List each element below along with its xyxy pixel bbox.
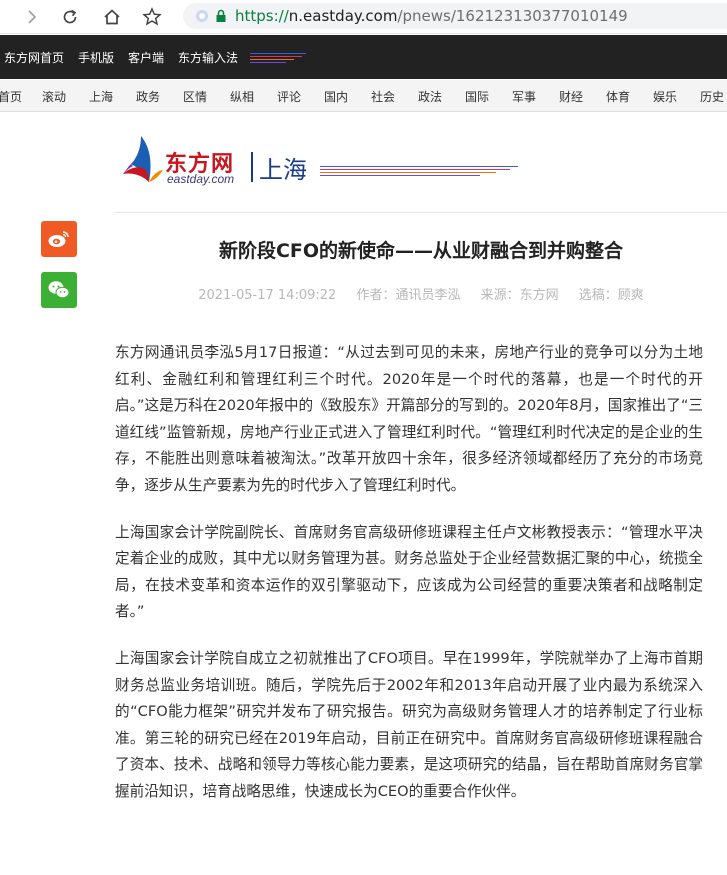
channel-item-entertainment[interactable]: 娱乐 (653, 88, 677, 105)
forward-icon[interactable] (20, 5, 44, 29)
logo-decorative-lines (320, 164, 520, 178)
article-author: 作者：通讯员李泓 (356, 288, 461, 303)
url-path: /pnews/162123130377010149 (397, 7, 628, 25)
article-source: 来源：东方网 (480, 288, 559, 303)
logo-divider (251, 152, 253, 182)
channel-item-history[interactable]: 历史 (700, 88, 724, 105)
channel-item-shanghai[interactable]: 上海 (89, 88, 113, 105)
top-nav-mobile[interactable]: 手机版 (78, 49, 114, 66)
logo-city: 上海 (259, 156, 307, 184)
channel-item-sports[interactable]: 体育 (606, 88, 630, 105)
channel-item-law[interactable]: 政法 (418, 88, 442, 105)
channel-item-domestic[interactable]: 国内 (324, 88, 348, 105)
channel-item-home[interactable]: 首页 (0, 88, 22, 105)
decorative-lines (250, 50, 307, 64)
logo-domain: eastday.com (167, 172, 235, 186)
top-nav-home[interactable]: 东方网首页 (4, 49, 64, 66)
channel-item-district[interactable]: 区情 (183, 88, 207, 105)
wechat-icon (48, 281, 70, 299)
channel-item-society[interactable]: 社会 (371, 88, 395, 105)
weibo-icon (48, 231, 69, 247)
url-host: n.eastday.com (288, 7, 398, 25)
top-nav-bar: 东方网首页 手机版 客户端 东方输入法 (0, 35, 727, 79)
eastday-logo-icon (123, 136, 163, 182)
channel-item-commentary[interactable]: 评论 (277, 88, 301, 105)
article-body: 东方网通讯员李泓5月17日报道：“从过去到可见的未来，房地产行业的竞争可以分为土… (115, 340, 703, 826)
weibo-share-button[interactable] (41, 221, 77, 257)
article-title: 新阶段CFO的新使命——从业财融合到并购整合 (218, 240, 624, 262)
top-nav-client[interactable]: 客户端 (128, 49, 164, 66)
browser-toolbar: https://n.eastday.com/pnews/162123130377… (0, 0, 727, 34)
site-info-icon[interactable] (195, 9, 209, 23)
article-datetime: 2021-05-17 14:09:22 (198, 288, 337, 303)
address-bar[interactable]: https://n.eastday.com/pnews/162123130377… (183, 3, 727, 29)
channel-item-military[interactable]: 军事 (512, 88, 536, 105)
bookmark-star-icon[interactable] (140, 5, 164, 29)
header-divider (115, 212, 727, 213)
site-logo[interactable]: 东方网 eastday.com 上海 (115, 130, 727, 210)
article-paragraph: 上海国家会计学院副院长、首席财务官高级研修班课程主任卢文彬教授表示：“管理水平决… (115, 523, 703, 621)
article-editor: 选稿：顾爽 (578, 288, 644, 303)
channel-item-zongxiang[interactable]: 纵相 (230, 88, 254, 105)
url-scheme: https:// (235, 7, 289, 25)
article-paragraph: 东方网通讯员李泓5月17日报道：“从过去到可见的未来，房地产行业的竞争可以分为土… (115, 344, 703, 494)
home-icon[interactable] (100, 5, 124, 29)
wechat-share-button[interactable] (41, 272, 77, 308)
channel-item-international[interactable]: 国际 (465, 88, 489, 105)
reload-icon[interactable] (58, 5, 82, 29)
article-paragraph: 上海国家会计学院自成立之初就推出了CFO项目。早在1999年，学院就举办了上海市… (115, 649, 703, 800)
top-nav-input-method[interactable]: 东方输入法 (178, 49, 238, 66)
channel-item-finance[interactable]: 财经 (559, 88, 583, 105)
channel-item-government[interactable]: 政务 (136, 88, 160, 105)
channel-nav: 首页 滚动 上海 政务 区情 纵相 评论 国内 社会 政法 国际 军事 财经 体… (0, 80, 727, 112)
channel-item-rolling[interactable]: 滚动 (42, 88, 66, 105)
article-meta: 2021-05-17 14:09:22 作者：通讯员李泓 来源：东方网 选稿：顾… (115, 284, 727, 303)
secure-lock-icon (216, 9, 226, 22)
